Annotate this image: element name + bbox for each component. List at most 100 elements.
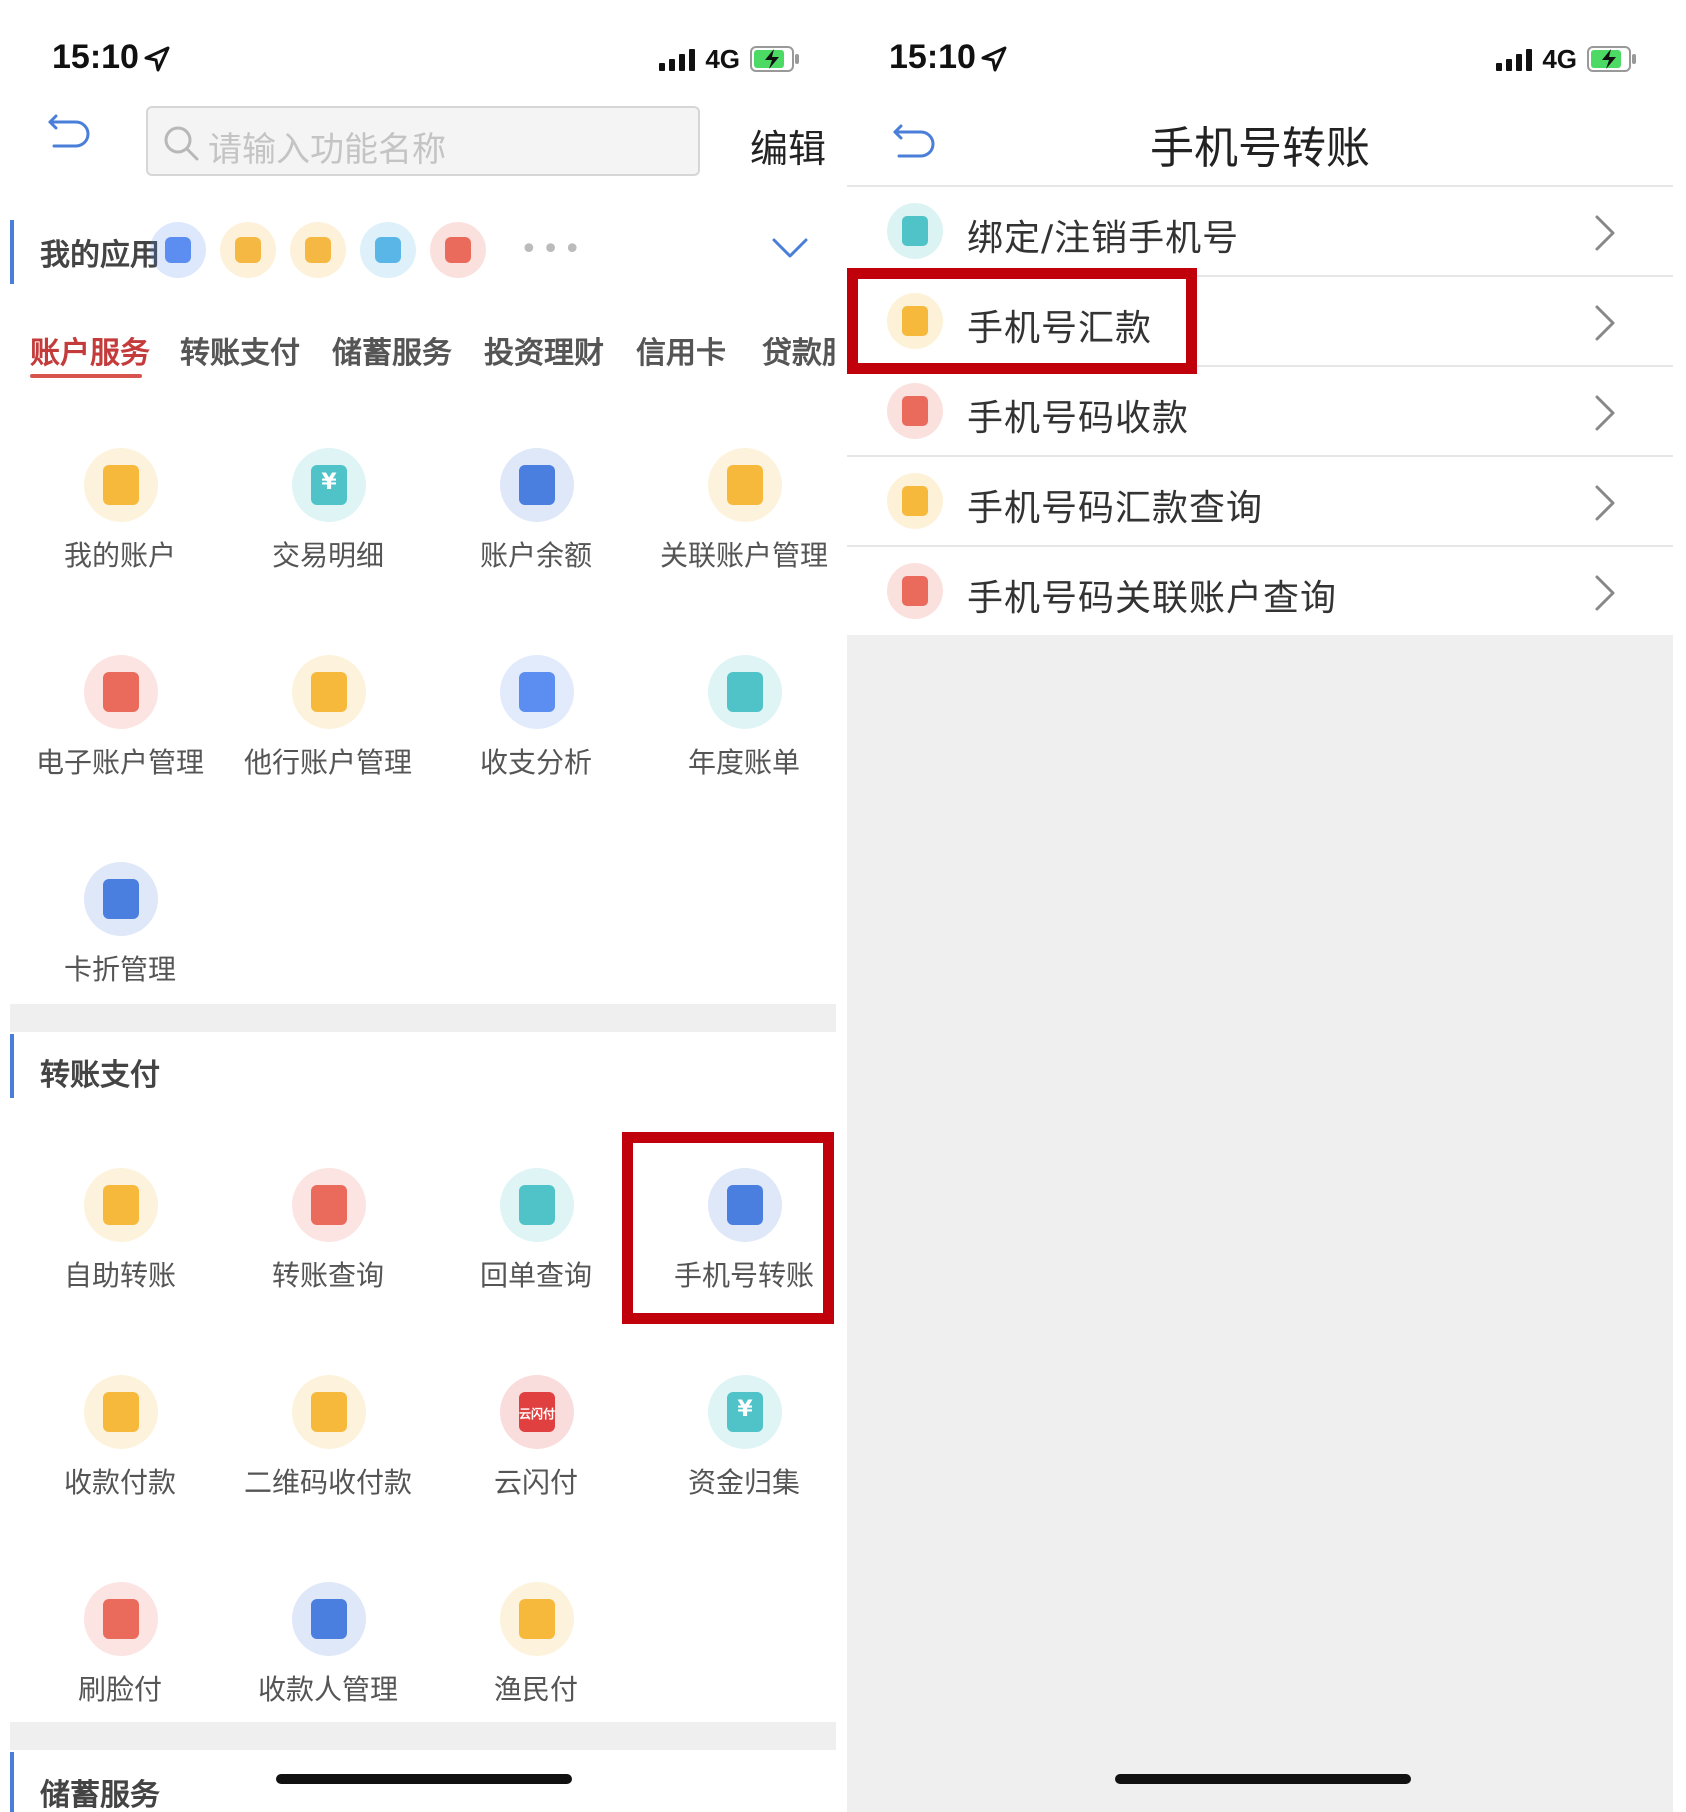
grid-item-label: 卡折管理 <box>63 953 176 986</box>
chevron-right-icon <box>1595 575 1615 611</box>
receipt-query-icon <box>500 1168 574 1242</box>
unionpay-icon: 云闪付 <box>500 1375 574 1449</box>
grid-item-fund-collect[interactable]: ¥ 资金归集 <box>644 1375 836 1515</box>
fisherman-pay-icon <box>500 1582 574 1656</box>
fisherman-pay-icon-glyph <box>519 1599 555 1639</box>
grid-item-pay-collect[interactable]: 收款付款 <box>20 1375 220 1515</box>
status-indicators: 4G <box>1496 44 1637 74</box>
section-divider <box>10 1722 836 1750</box>
phone-bind-icon-glyph <box>902 216 928 246</box>
finance-icon[interactable] <box>360 222 416 278</box>
grid-item-fisherman-pay[interactable]: 渔民付 <box>436 1582 636 1722</box>
grid-item-chart[interactable]: 收支分析 <box>436 655 636 795</box>
grid-item-label: 年度账单 <box>687 746 800 779</box>
grid-item-label: 账户余额 <box>479 539 592 572</box>
tab-3[interactable]: 投资理财 <box>484 328 604 372</box>
grid-item-qr-code[interactable]: 二维码收付款 <box>228 1375 428 1515</box>
status-indicators: 4G <box>659 44 800 74</box>
menu-row-phone-receive[interactable]: 手机号码收款 <box>847 365 1673 455</box>
qr-code-icon <box>292 1375 366 1449</box>
pie-chart-icon-glyph <box>727 672 763 712</box>
remit-query-icon <box>887 473 943 529</box>
menu-row-phone-bind[interactable]: 绑定/注销手机号 <box>847 185 1673 275</box>
my-apps-title: 我的应用 <box>40 238 160 273</box>
medical-kit-icon[interactable] <box>220 222 276 278</box>
grid-item-passbook[interactable]: 卡折管理 <box>20 862 220 1002</box>
edit-button[interactable]: 编辑 <box>750 118 826 173</box>
grid-item-transfer-query[interactable]: 转账查询 <box>228 1168 428 1308</box>
search-icon <box>164 126 199 161</box>
more-dots-icon[interactable]: ••• <box>520 232 585 267</box>
passbook-icon-glyph <box>103 879 139 919</box>
self-transfer-icon <box>84 1168 158 1242</box>
chart-icon-glyph <box>519 672 555 712</box>
grid-item-balance[interactable]: 账户余额 <box>436 448 636 588</box>
grid-item-label: 收款付款 <box>63 1466 176 1499</box>
link-account-icon-glyph <box>727 465 763 505</box>
battery-charging-icon <box>1587 46 1636 72</box>
linked-account-query-icon-glyph <box>902 576 928 606</box>
grid-item-label: 二维码收付款 <box>243 1466 412 1499</box>
search-input[interactable]: 请输入功能名称 <box>146 106 700 176</box>
exchange-icon[interactable] <box>430 222 486 278</box>
signal-icon <box>659 47 696 71</box>
pay-collect-icon-glyph <box>103 1392 139 1432</box>
exchange-icon-glyph <box>445 237 471 263</box>
loan-icon[interactable] <box>290 222 346 278</box>
section-accent-bar <box>10 1034 14 1098</box>
tab-1[interactable]: 转账支付 <box>180 328 300 372</box>
grid-item-face-pay[interactable]: 刷脸付 <box>20 1582 220 1722</box>
back-icon[interactable] <box>44 102 94 152</box>
grid-item-label: 云闪付 <box>493 1466 578 1499</box>
transfer-query-icon-glyph <box>311 1185 347 1225</box>
grid-item-receipt[interactable]: ¥ 交易明细 <box>228 448 428 588</box>
qr-code-icon-glyph <box>311 1392 347 1432</box>
menu-row-label: 手机号码收款 <box>967 398 1190 439</box>
tab-5[interactable]: 贷款服 <box>762 328 836 372</box>
grid-item-label: 回单查询 <box>479 1259 592 1292</box>
linked-account-query-icon <box>887 563 943 619</box>
grid-item-e-card[interactable]: 电子账户管理 <box>20 655 220 795</box>
highlight-phone-remit <box>847 268 1197 374</box>
menu-row-remit-query[interactable]: 手机号码汇款查询 <box>847 455 1673 545</box>
phone-transfer-menu: 绑定/注销手机号 手机号汇款 手机号码收款 手机号码汇款查询 手机号码关联账户查询 <box>847 185 1673 635</box>
my-apps-bar: 我的应用 ••• <box>10 212 836 292</box>
menu-row-linked-account-query[interactable]: 手机号码关联账户查询 <box>847 545 1673 635</box>
tab-4[interactable]: 信用卡 <box>636 328 726 372</box>
other-bank-card-icon <box>292 655 366 729</box>
grid-item-link-account[interactable]: 关联账户管理 <box>644 448 836 588</box>
loan-icon-glyph <box>305 237 331 263</box>
fund-collect-icon-mark: ¥ <box>737 1397 753 1422</box>
chevron-down-icon[interactable] <box>770 232 810 266</box>
phone-receive-icon-glyph <box>902 396 928 426</box>
signal-icon <box>1496 47 1533 71</box>
phone-bind-icon <box>887 203 943 259</box>
menu-row-label: 手机号码汇款查询 <box>967 488 1264 529</box>
chevron-right-icon <box>1595 395 1615 431</box>
status-time: 15:10 <box>52 38 139 76</box>
tab-2[interactable]: 储蓄服务 <box>332 328 452 372</box>
grid-item-label: 自助转账 <box>63 1259 176 1292</box>
grid-item-self-transfer[interactable]: 自助转账 <box>20 1168 220 1308</box>
grid-item-pie-chart[interactable]: 年度账单 <box>644 655 836 795</box>
grid-item-payee[interactable]: 收款人管理 <box>228 1582 428 1722</box>
grid-item-label: 关联账户管理 <box>659 539 828 572</box>
section-accent-bar <box>10 1752 14 1812</box>
card-icon[interactable] <box>150 222 206 278</box>
chevron-right-icon <box>1595 215 1615 251</box>
grid-item-other-bank-card[interactable]: 他行账户管理 <box>228 655 428 795</box>
grid-item-wallet[interactable]: 我的账户 <box>20 448 220 588</box>
home-indicator <box>276 1774 572 1784</box>
payee-icon <box>292 1582 366 1656</box>
grid-item-unionpay[interactable]: 云闪付 云闪付 <box>436 1375 636 1515</box>
page-title: 手机号转账 <box>1150 123 1370 174</box>
card-icon-glyph <box>165 237 191 263</box>
tab-0[interactable]: 账户服务 <box>30 328 150 372</box>
chart-icon <box>500 655 574 729</box>
transfer-section-title: 转账支付 <box>40 1058 160 1093</box>
search-placeholder: 请输入功能名称 <box>208 130 446 170</box>
grid-item-receipt-query[interactable]: 回单查询 <box>436 1168 636 1308</box>
wallet-icon-glyph <box>103 465 139 505</box>
transfer-query-icon <box>292 1168 366 1242</box>
network-type: 4G <box>705 43 740 74</box>
